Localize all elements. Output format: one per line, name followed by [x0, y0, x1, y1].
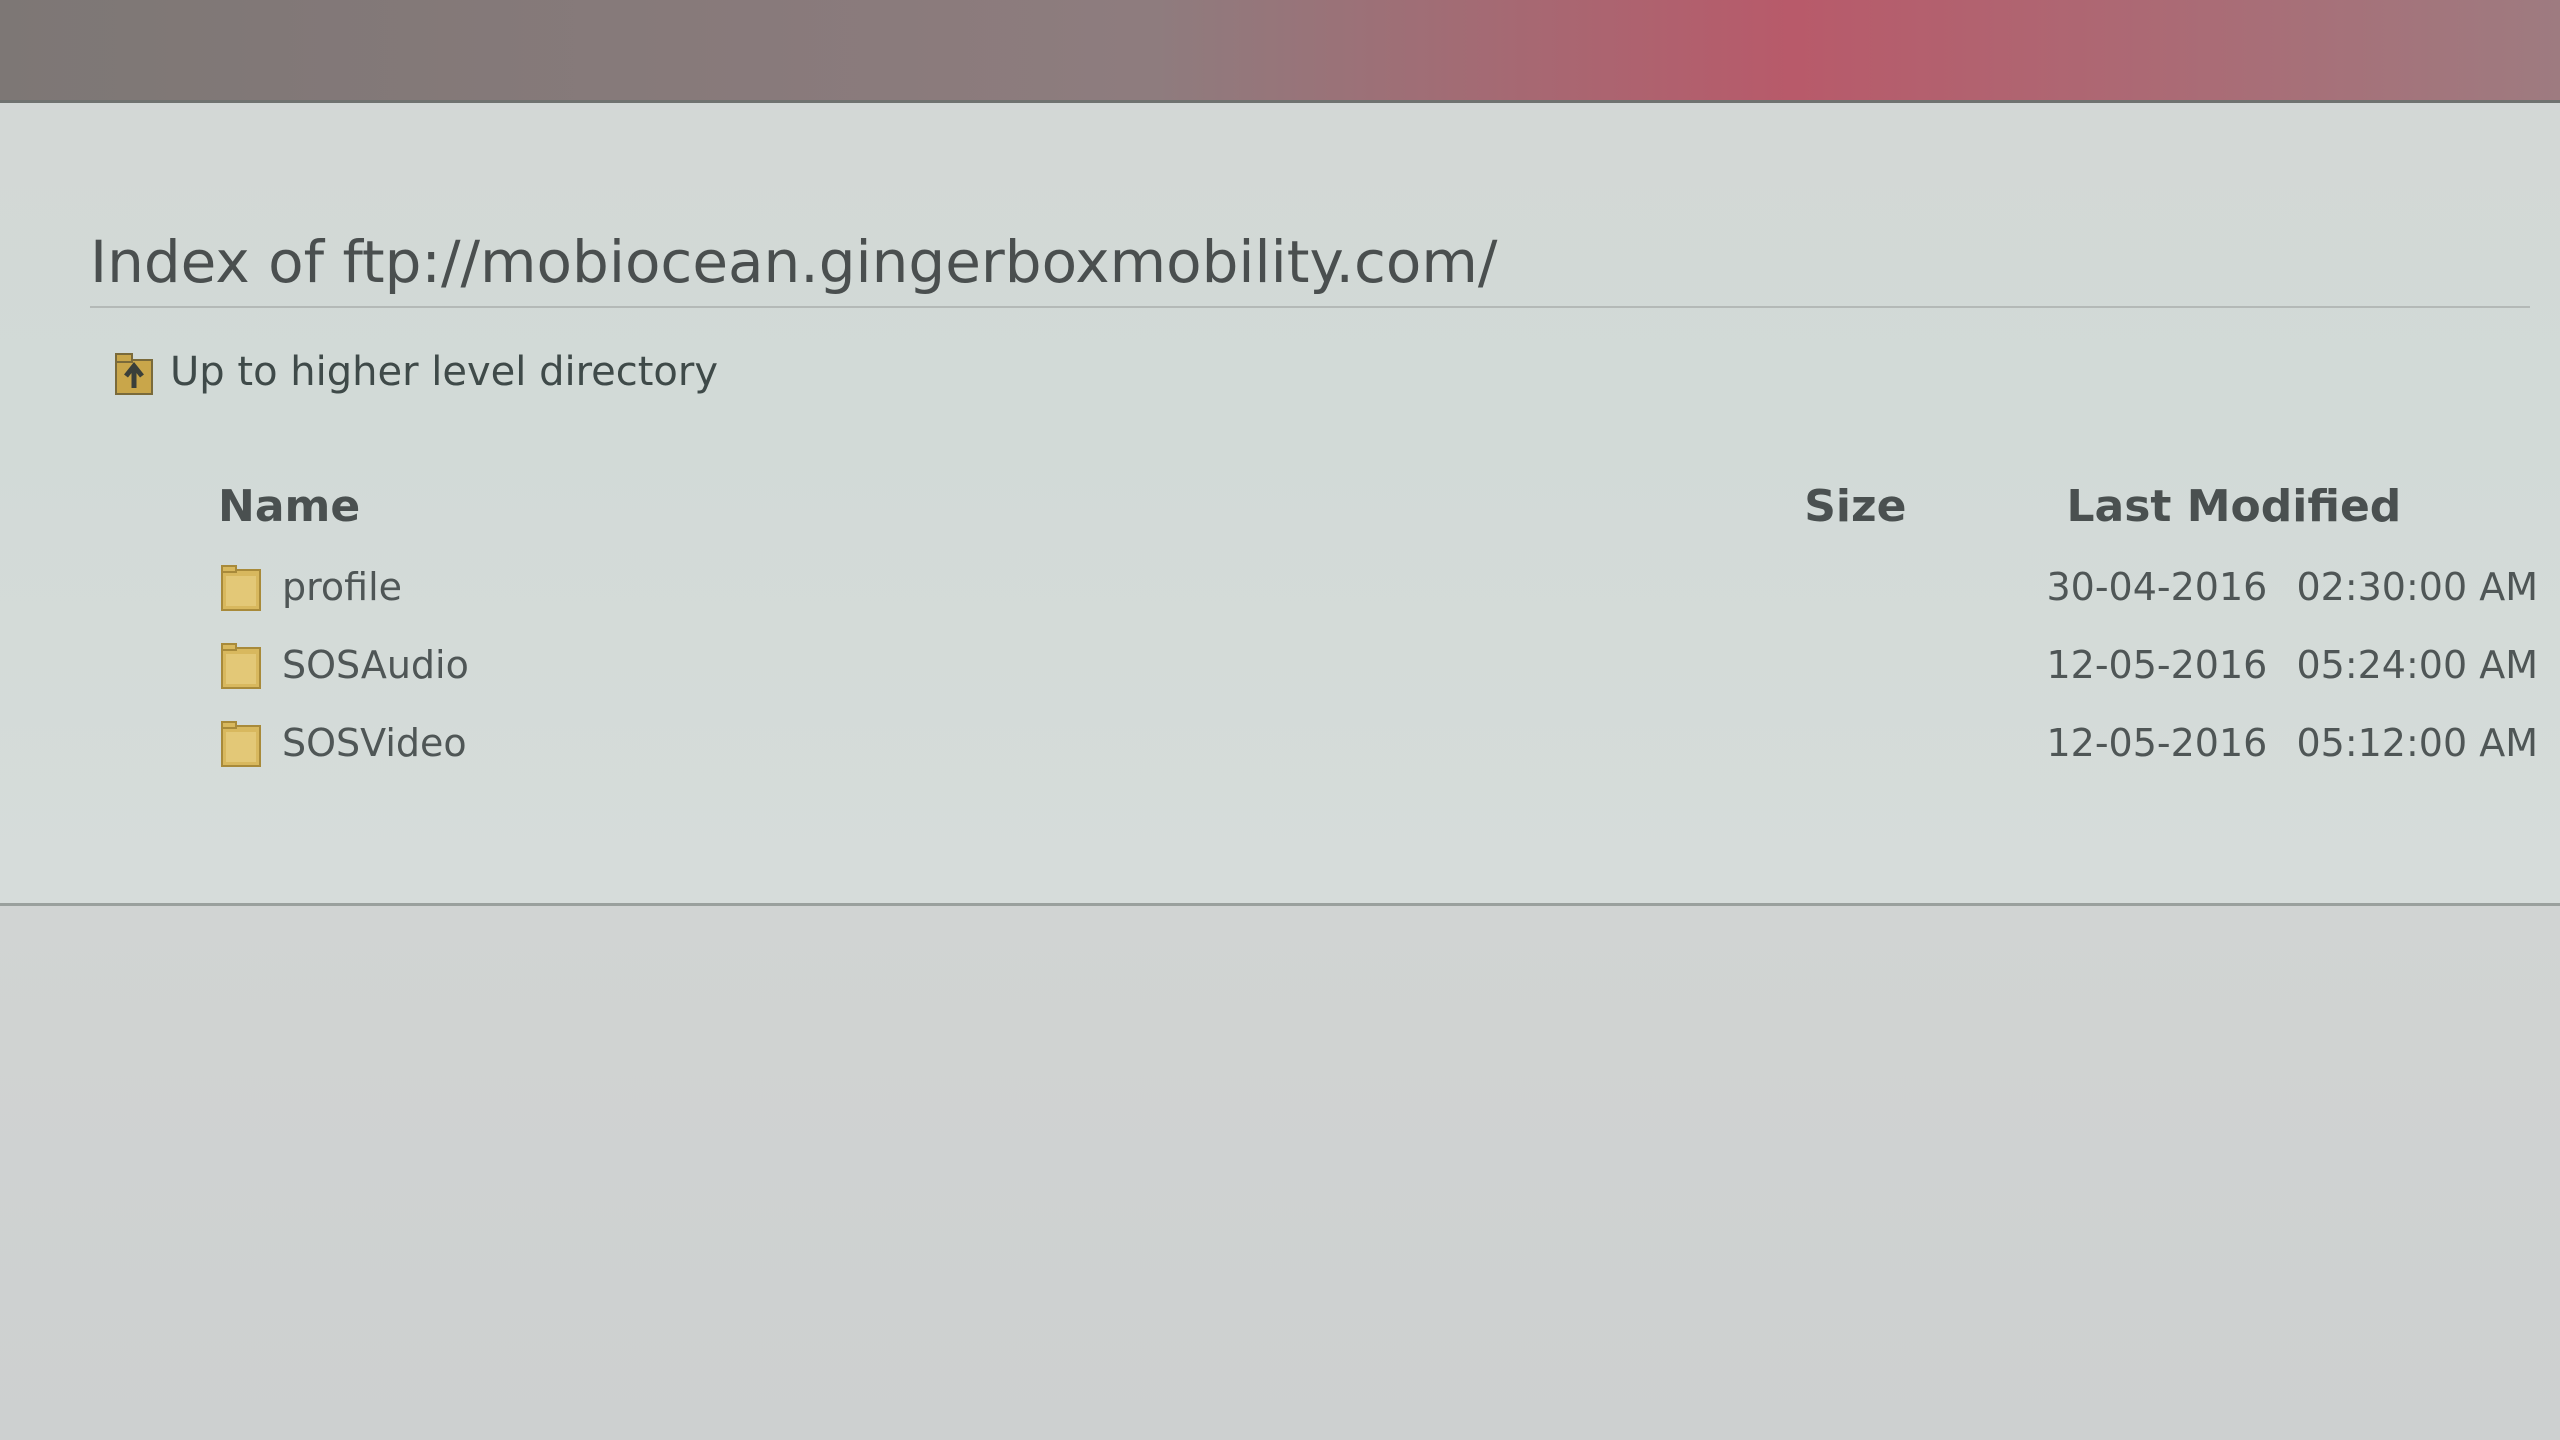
monitor-top-bezel: [0, 0, 2560, 103]
time-cell: 02:30:00 AM: [2296, 565, 2538, 609]
time-cell: 05:12:00 AM: [2296, 721, 2538, 765]
date-cell: 12-05-2016: [2046, 643, 2268, 687]
folder-name: SOSVideo: [282, 721, 467, 765]
folder-name: profile: [282, 565, 403, 609]
table-row: profile 30-04-2016 02:30:00 AM: [218, 548, 2538, 626]
size-cell: [1718, 548, 2046, 626]
header-last-modified: Last Modified: [2066, 480, 2402, 532]
header-name: Name: [218, 480, 361, 532]
name-cell: profile: [218, 548, 1718, 626]
up-directory-link[interactable]: Up to higher level directory: [112, 348, 718, 396]
table-row: SOSAudio 12-05-2016 05:24:00 AM: [218, 626, 2538, 704]
listing-header-row: Name Size Last Modified: [218, 470, 2538, 548]
folder-icon: [218, 562, 264, 612]
table-row: SOSVideo 12-05-2016 05:12:00 AM: [218, 704, 2538, 782]
name-cell: SOSAudio: [218, 626, 1718, 704]
date-cell: 30-04-2016: [2046, 565, 2268, 609]
folder-link-sosvideo[interactable]: SOSVideo: [218, 718, 1718, 768]
date-cell: 12-05-2016: [2046, 721, 2268, 765]
directory-listing: Name Size Last Modified profile 30-04-20…: [218, 470, 2538, 782]
header-size: Size: [1804, 480, 1907, 532]
folder-icon: [218, 718, 264, 768]
folder-name: SOSAudio: [282, 643, 469, 687]
page-background: [0, 906, 2560, 1440]
folder-link-sosaudio[interactable]: SOSAudio: [218, 640, 1718, 690]
up-directory-icon: [112, 348, 156, 396]
time-cell: 05:24:00 AM: [2296, 643, 2538, 687]
page-title: Index of ftp://mobiocean.gingerboxmobili…: [90, 228, 2530, 308]
folder-icon: [218, 640, 264, 690]
name-cell: SOSVideo: [218, 704, 1718, 782]
folder-link-profile[interactable]: profile: [218, 562, 1718, 612]
size-cell: [1718, 626, 2046, 704]
up-directory-label: Up to higher level directory: [170, 349, 719, 395]
size-cell: [1718, 704, 2046, 782]
